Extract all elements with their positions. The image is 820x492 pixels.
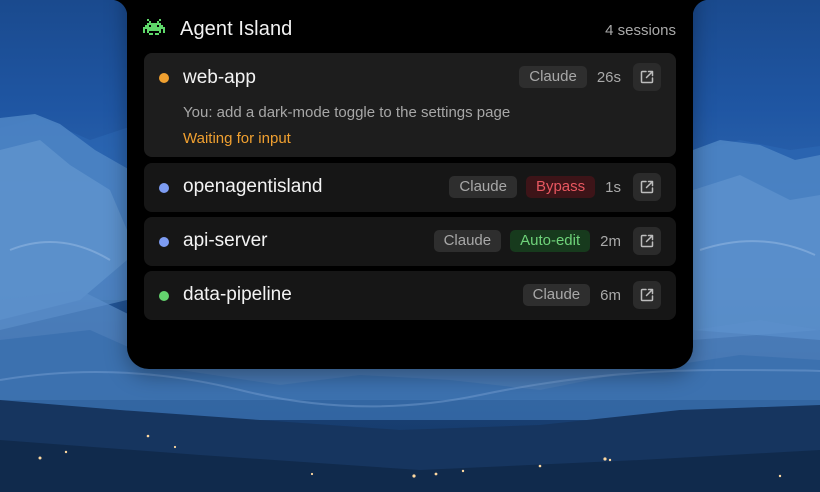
agent-badge: Claude — [519, 66, 587, 88]
session-count: 4 sessions — [605, 22, 676, 39]
elapsed-time: 2m — [600, 232, 621, 250]
elapsed-time: 6m — [600, 286, 621, 304]
session-meta: Claude 6m — [514, 281, 661, 309]
status-dot-running — [159, 237, 169, 247]
session-meta: Claude Auto-edit 2m — [425, 227, 661, 255]
open-external-button[interactable] — [633, 173, 661, 201]
agent-badge: Claude — [433, 230, 502, 252]
session-name: openagentisland — [183, 176, 323, 197]
agent-island-panel: Agent Island 4 sessions web-app Claude 2… — [111, 0, 709, 369]
mode-badge-auto-edit: Auto-edit — [510, 230, 591, 252]
session-status-text: Waiting for input — [183, 130, 291, 147]
external-link-icon — [640, 70, 654, 84]
status-dot-running — [159, 183, 169, 193]
external-link-icon — [640, 288, 654, 302]
space-invader-icon — [143, 19, 165, 35]
session-meta: Claude 26s — [510, 63, 661, 91]
open-external-button[interactable] — [633, 281, 661, 309]
panel-header: Agent Island 4 sessions — [143, 14, 676, 46]
session-name: data-pipeline — [183, 284, 292, 305]
last-message: You: add a dark-mode toggle to the setti… — [183, 104, 511, 121]
status-dot-waiting — [159, 73, 169, 83]
agent-badge: Claude — [449, 176, 517, 198]
session-name: api-server — [183, 230, 268, 251]
external-link-icon — [640, 180, 654, 194]
session-name: web-app — [183, 67, 256, 88]
mode-badge-bypass: Bypass — [525, 176, 596, 198]
open-external-button[interactable] — [633, 227, 661, 255]
session-card-data-pipeline[interactable]: data-pipeline Claude 6m — [144, 271, 676, 320]
session-card-web-app[interactable]: web-app Claude 26s You: add a dark-mode … — [144, 53, 676, 157]
external-link-icon — [640, 234, 654, 248]
elapsed-time: 26s — [596, 68, 621, 86]
session-meta: Claude Bypass 1s — [440, 173, 661, 201]
elapsed-time: 1s — [605, 178, 621, 196]
session-card-api-server[interactable]: api-server Claude Auto-edit 2m — [144, 217, 676, 266]
open-external-button[interactable] — [633, 63, 661, 91]
session-card-openagentisland[interactable]: openagentisland Claude Bypass 1s — [144, 163, 676, 212]
agent-badge: Claude — [522, 284, 591, 306]
status-dot-idle — [159, 291, 169, 301]
panel-title: Agent Island — [180, 18, 293, 40]
